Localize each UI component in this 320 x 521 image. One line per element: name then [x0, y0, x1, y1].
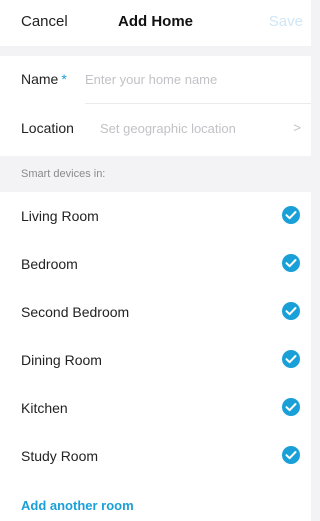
- room-item-study-room[interactable]: Study Room: [0, 432, 311, 480]
- save-button[interactable]: Save: [269, 13, 303, 30]
- room-item-kitchen[interactable]: Kitchen: [0, 384, 311, 432]
- checkmark-icon[interactable]: [282, 350, 300, 368]
- room-item-bedroom[interactable]: Bedroom: [0, 240, 311, 288]
- name-label: Name *: [21, 71, 67, 87]
- checkmark-icon[interactable]: [282, 398, 300, 416]
- location-row[interactable]: Location Set geographic location >: [0, 104, 311, 152]
- checkmark-icon[interactable]: [282, 254, 300, 272]
- room-label: Bedroom: [21, 256, 78, 272]
- room-item-living-room[interactable]: Living Room: [0, 192, 311, 240]
- home-details-form: Name* Location Set geographic location >: [0, 56, 311, 156]
- add-another-room-button[interactable]: Add another room: [21, 498, 134, 513]
- room-item-second-bedroom[interactable]: Second Bedroom: [0, 288, 311, 336]
- required-marker: *: [61, 71, 67, 87]
- location-placeholder: Set geographic location: [100, 121, 236, 136]
- room-label: Study Room: [21, 448, 99, 464]
- add-home-screen: Cancel Add Home Save Name* Location Set …: [0, 0, 311, 521]
- room-label: Dining Room: [21, 352, 102, 368]
- checkmark-icon[interactable]: [282, 446, 300, 464]
- page-title: Add Home: [118, 13, 193, 30]
- rooms-section-header: Smart devices in:: [21, 168, 106, 180]
- top-bar: Cancel Add Home Save: [0, 0, 311, 46]
- home-name-input[interactable]: [85, 67, 295, 91]
- room-label: Second Bedroom: [21, 304, 130, 320]
- checkmark-icon[interactable]: [282, 206, 300, 224]
- chevron-right-icon: >: [293, 120, 301, 135]
- checkmark-icon[interactable]: [282, 302, 300, 320]
- room-label: Living Room: [21, 208, 99, 224]
- room-item-dining-room[interactable]: Dining Room: [0, 336, 311, 384]
- name-row: Name *: [0, 56, 311, 103]
- location-label: Location: [21, 120, 74, 136]
- rooms-list: Living Room Bedroom Second Bedroom Dinin…: [0, 192, 311, 521]
- room-label: Kitchen: [21, 400, 68, 416]
